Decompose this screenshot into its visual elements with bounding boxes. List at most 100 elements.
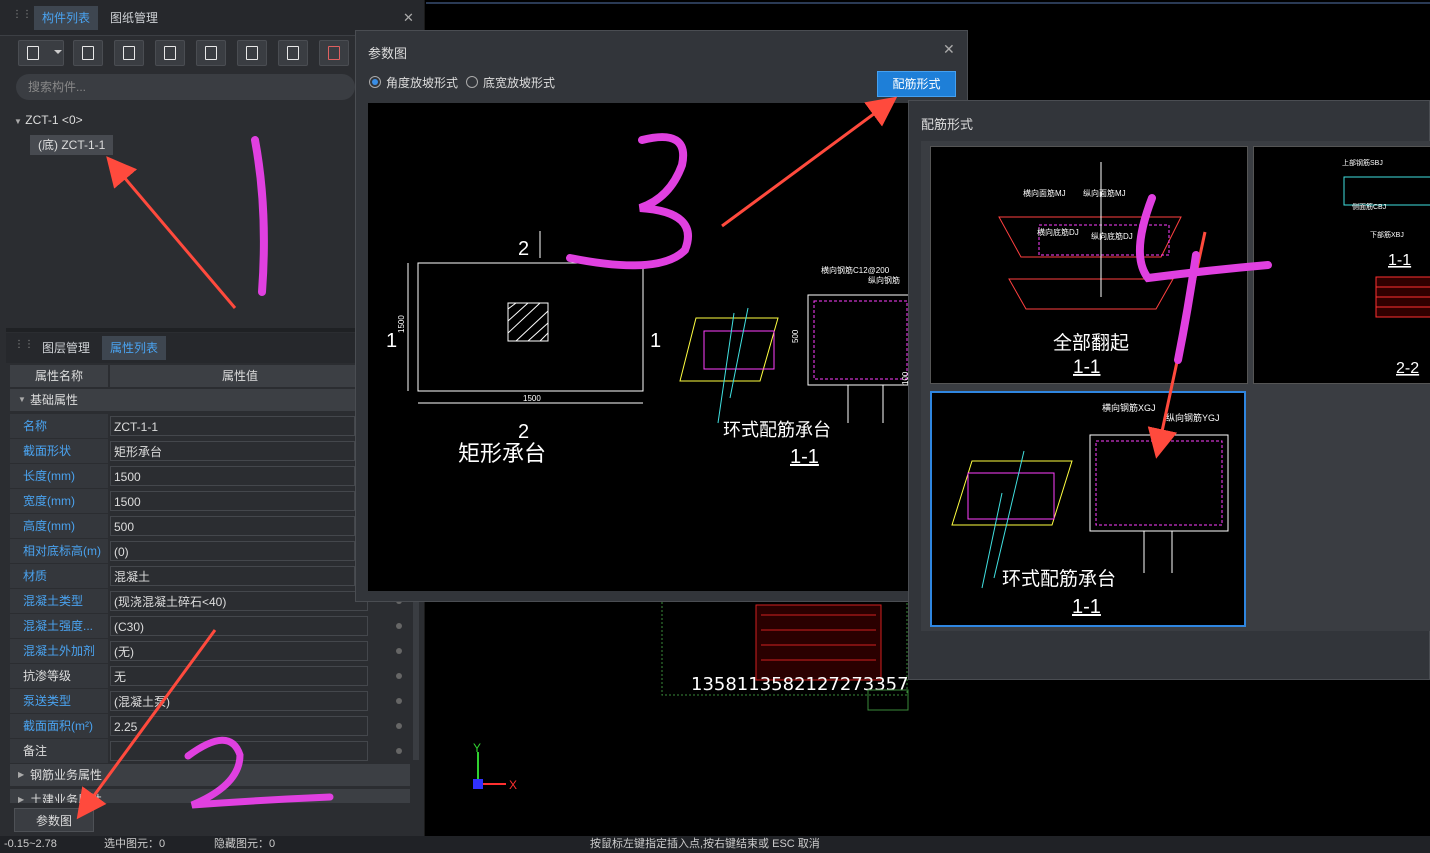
opt1-section: 1-1 <box>1073 357 1100 378</box>
property-name: 宽度(mm) <box>10 489 108 513</box>
property-value[interactable]: (C30) <box>110 616 368 636</box>
property-row[interactable]: 备注 <box>10 739 402 763</box>
tree-child-selected[interactable]: (底) ZCT-1-1 <box>30 135 114 155</box>
property-name: 抗渗等级 <box>10 664 108 688</box>
opt1-label-0: 横向面筋MJ <box>1023 188 1066 198</box>
close-icon[interactable]: ✕ <box>943 41 955 58</box>
filter-button[interactable] <box>319 40 349 66</box>
property-row[interactable]: 长度(mm) 1500 <box>10 464 355 488</box>
rebar-form-button[interactable]: 配筋形式 <box>877 71 956 97</box>
param-diagram-dialog: 参数图 ✕ 角度放坡形式 底宽放坡形式 配筋形式 2 2 1 1 1500 15… <box>355 30 968 602</box>
opt2-section-1: 1-1 <box>1388 252 1411 269</box>
close-icon[interactable]: ✕ <box>403 10 414 26</box>
property-row[interactable]: 混凝土类型 (现浇混凝土碎石<40) <box>10 589 402 613</box>
copy-layer-button[interactable] <box>155 40 185 66</box>
splitter[interactable] <box>6 328 356 332</box>
group-basic[interactable]: ▼ 基础属性 <box>10 389 410 411</box>
property-name: 混凝土类型 <box>10 589 108 613</box>
tree-root-label: ZCT-1 <0> <box>25 113 83 127</box>
axis-x-label: X <box>509 778 517 792</box>
property-row[interactable]: 截面形状 矩形承台 <box>10 439 355 463</box>
cad-footing-drawing: 1358113582127273357 <box>661 599 909 711</box>
property-row[interactable]: 混凝土外加剂 (无) <box>10 639 402 663</box>
tab-component-list[interactable]: 构件列表 <box>34 6 99 30</box>
opt1-label-1: 纵向面筋MJ <box>1083 188 1126 198</box>
status-dot <box>396 623 402 629</box>
opt2-label-2: 下部筋XBJ <box>1370 230 1404 239</box>
property-name: 截面形状 <box>10 439 108 463</box>
opt1-caption: 全部翻起 <box>1053 332 1129 354</box>
panel-tabbar-2: ⋮⋮ 图层管理 属性列表 <box>6 333 356 363</box>
ring-horiz-label: 横向钢筋C12@200 <box>821 265 890 275</box>
delete-button[interactable] <box>114 40 144 66</box>
param-diagram-button[interactable]: 参数图 <box>14 808 94 832</box>
drag-grip-icon[interactable]: ⋮⋮ <box>14 340 34 356</box>
property-value[interactable]: 矩形承台 <box>110 441 355 461</box>
ring-caption: 环式配筋承台 <box>723 420 831 440</box>
property-value[interactable]: (混凝土泵) <box>110 691 368 711</box>
property-row[interactable]: 宽度(mm) 1500 <box>10 489 355 513</box>
tab-layer-manage[interactable]: 图层管理 <box>34 336 98 360</box>
option-all-bent-up[interactable]: 横向面筋MJ 纵向面筋MJ 横向底筋DJ 纵向底筋DJ 全部翻起 1-1 <box>930 146 1248 384</box>
copy-button[interactable] <box>73 40 103 66</box>
property-name: 相对底标高(m) <box>10 539 108 563</box>
ring-dim-500: 500 <box>791 329 800 343</box>
property-row[interactable]: 混凝土强度... (C30) <box>10 614 402 638</box>
property-value[interactable]: (0) <box>110 541 355 561</box>
property-value[interactable]: 2.25 <box>110 716 368 736</box>
property-value[interactable]: 1500 <box>110 491 355 511</box>
property-row[interactable]: 泵送类型 (混凝土泵) <box>10 689 402 713</box>
cad-numbers: 1358113582127273357 <box>691 674 909 695</box>
tree-root[interactable]: ▼ ZCT-1 <0> <box>14 113 83 127</box>
property-row[interactable]: 截面面积(m²) 2.25 <box>10 714 402 738</box>
drag-grip-icon[interactable]: ⋮⋮ <box>12 10 32 26</box>
group-civil[interactable]: ▶ 土建业务属性 <box>10 789 410 803</box>
tab-property-list[interactable]: 属性列表 <box>102 336 167 360</box>
axis-y-label: Y <box>473 741 481 755</box>
search-input[interactable]: 搜索构件... <box>16 74 355 100</box>
radio-angle-slope[interactable] <box>369 76 381 88</box>
property-row[interactable]: 高度(mm) 500 <box>10 514 355 538</box>
list-button[interactable] <box>278 40 308 66</box>
new-component-button[interactable] <box>18 40 64 66</box>
radio-angle-slope-label[interactable]: 角度放坡形式 <box>386 74 458 91</box>
property-value[interactable]: 混凝土 <box>110 566 355 586</box>
property-value[interactable]: (现浇混凝土碎石<40) <box>110 591 368 611</box>
property-value[interactable]: ZCT-1-1 <box>110 416 355 436</box>
property-name: 材质 <box>10 564 108 588</box>
group-basic-label: 基础属性 <box>30 393 79 407</box>
col-header-name: 属性名称 <box>10 365 108 387</box>
property-name: 混凝土外加剂 <box>10 639 108 663</box>
property-value[interactable]: 500 <box>110 516 355 536</box>
property-row[interactable]: 相对底标高(m) (0) <box>10 539 355 563</box>
group-rebar-label: 钢筋业务属性 <box>30 768 103 782</box>
option-ring-rebar[interactable]: 横向钢筋XGJ 纵向钢筋YGJ 环式配筋承台 1-1 <box>930 391 1246 627</box>
radio-width-slope-label[interactable]: 底宽放坡形式 <box>483 74 555 91</box>
dim-height: 1500 <box>397 315 406 333</box>
opt2-label-1: 侧面筋CBJ <box>1352 202 1386 211</box>
status-hidden: 隐藏图元：0 <box>214 838 276 850</box>
property-row[interactable]: 名称 ZCT-1-1 <box>10 414 355 438</box>
caret-down-icon: ▼ <box>14 117 22 126</box>
edit-button[interactable] <box>237 40 267 66</box>
property-name: 名称 <box>10 414 108 438</box>
opt1-label-3: 纵向底筋DJ <box>1091 231 1133 241</box>
property-value[interactable]: 1500 <box>110 466 355 486</box>
tab-drawing-manage[interactable]: 图纸管理 <box>102 6 166 30</box>
property-name: 备注 <box>10 739 108 763</box>
import-button[interactable] <box>196 40 226 66</box>
option-top-bottom[interactable]: 上部钢筋SBJ 侧面筋CBJ 下部筋XBJ 1-1 2-2 <box>1253 146 1430 384</box>
caret-right-icon: ▶ <box>18 795 25 803</box>
property-name: 截面面积(m²) <box>10 714 108 738</box>
property-row[interactable]: 材质 混凝土 <box>10 564 355 588</box>
property-value[interactable] <box>110 741 368 761</box>
status-selected: 选中图元：0 <box>104 838 166 850</box>
radio-width-slope[interactable] <box>466 76 478 88</box>
rebar-form-popup: 配筋形式 横向面筋MJ 纵向面筋MJ 横向底筋DJ 纵向底筋DJ 全部翻起 1-… <box>908 100 1430 680</box>
property-value[interactable]: 无 <box>110 666 368 686</box>
property-row[interactable]: 抗渗等级无 <box>10 664 402 688</box>
property-value[interactable]: (无) <box>110 641 368 661</box>
axis-icon: Y X <box>473 741 517 792</box>
group-rebar[interactable]: ▶ 钢筋业务属性 <box>10 764 410 786</box>
status-coord: -0.15~2.78 <box>4 838 57 850</box>
